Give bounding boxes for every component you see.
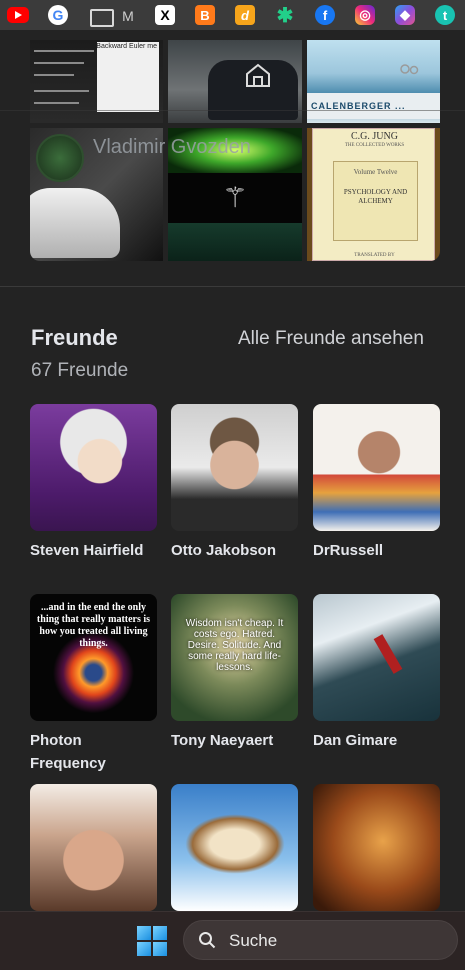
avatar-quote-text: Wisdom isn't cheap. It costs ego. Hatred… [185, 618, 284, 673]
friend-card[interactable]: Wisdom isn't cheap. It costs ego. Hatred… [171, 594, 298, 752]
friend-name[interactable]: Otto Jakobson [171, 539, 298, 562]
gmail-icon[interactable]: M [118, 6, 138, 26]
friend-avatar[interactable] [171, 404, 298, 531]
friend-avatar[interactable] [313, 594, 440, 721]
divider [0, 110, 465, 111]
friend-name[interactable]: Tony Naeyaert [171, 729, 298, 752]
windows-start-icon[interactable] [137, 926, 167, 956]
people-icon[interactable] [397, 62, 421, 84]
code-line [34, 62, 84, 64]
friend-card[interactable]: Dan Gimare [313, 594, 440, 752]
folder-icon[interactable] [90, 9, 114, 27]
deviantart-icon[interactable]: d [235, 5, 255, 25]
friend-card[interactable] [171, 784, 298, 911]
friend-card[interactable] [313, 784, 440, 911]
book-footer: TRANSLATED BY [354, 253, 395, 258]
friend-name[interactable]: Steven Hairfield [30, 539, 157, 562]
friend-avatar[interactable] [313, 404, 440, 531]
asterisk-icon[interactable]: ✱ [275, 5, 295, 27]
code-line [34, 90, 89, 92]
profile-avatar[interactable] [36, 134, 84, 182]
taskbar-search-box[interactable]: Suche [183, 920, 458, 960]
caduceus-wings-icon: ⚚ [222, 182, 248, 213]
code-panel [97, 42, 159, 112]
search-icon [199, 932, 216, 949]
friend-avatar[interactable] [30, 784, 157, 911]
book-title: PSYCHOLOGY AND ALCHEMY [343, 188, 408, 205]
friend-avatar[interactable] [313, 784, 440, 911]
forest-strip [168, 223, 302, 261]
section-divider [0, 286, 465, 287]
book-title-box: Volume Twelve PSYCHOLOGY AND ALCHEMY [333, 161, 418, 241]
home-icon[interactable] [244, 62, 272, 88]
facebook-icon[interactable]: f [315, 5, 335, 25]
tumblr-icon[interactable]: t [435, 5, 455, 25]
youtube-icon[interactable] [7, 7, 29, 23]
friend-card[interactable]: Steven Hairfield [30, 404, 157, 562]
start-tile [137, 942, 151, 956]
car-shape [30, 188, 120, 258]
friend-card[interactable] [30, 784, 157, 911]
water-skier-shape [373, 634, 403, 674]
friend-name[interactable]: Dan Gimare [313, 729, 440, 752]
code-line [34, 50, 94, 52]
book-series: THE COLLECTED WORKS [344, 143, 405, 148]
start-tile [137, 926, 151, 940]
copilot-icon[interactable]: ◆ [395, 5, 415, 25]
photo-jung-book[interactable]: C.G. JUNG THE COLLECTED WORKS Volume Twe… [307, 128, 440, 261]
friend-card[interactable]: ...and in the end the only thing that re… [30, 594, 157, 775]
start-tile [153, 926, 167, 940]
code-line [34, 102, 79, 104]
instagram-icon[interactable]: ◎ [355, 5, 375, 25]
taskbar: Suche [0, 911, 465, 970]
friend-name[interactable]: Photon Frequency [30, 729, 130, 775]
friend-card[interactable]: DrRussell [313, 404, 440, 562]
friend-avatar[interactable] [30, 404, 157, 531]
start-tile [153, 942, 167, 956]
friend-avatar[interactable] [171, 784, 298, 911]
friend-card[interactable]: Otto Jakobson [171, 404, 298, 562]
friends-section-title: Freunde [31, 325, 118, 350]
friend-name[interactable]: DrRussell [313, 539, 440, 562]
code-line [34, 74, 74, 76]
google-icon[interactable]: G [48, 5, 68, 25]
avatar-quote-text: ...and in the end the only thing that re… [36, 602, 151, 649]
friends-count: 67 Freunde [31, 360, 129, 381]
blogger-icon[interactable]: B [195, 5, 215, 25]
profile-name-overlay[interactable]: Vladimir Gvozden [93, 136, 251, 159]
x-icon[interactable]: X [155, 5, 175, 25]
book-cover: C.G. JUNG THE COLLECTED WORKS Volume Twe… [312, 128, 435, 261]
building-sign: CALENBERGER ... [307, 93, 440, 119]
friend-avatar[interactable]: ...and in the end the only thing that re… [30, 594, 157, 721]
code-panel-title: Backward Euler me [96, 43, 157, 50]
book-author: C.G. JUNG [351, 131, 398, 142]
bookmarks-bar: G M X B d ✱ f ◎ ◆ t [0, 0, 465, 30]
friend-avatar[interactable]: Wisdom isn't cheap. It costs ego. Hatred… [171, 594, 298, 721]
see-all-friends-link[interactable]: Alle Freunde ansehen [238, 328, 424, 350]
eagle-shape [185, 814, 285, 874]
search-label: Suche [229, 931, 278, 950]
book-volume: Volume Twelve [353, 168, 398, 176]
